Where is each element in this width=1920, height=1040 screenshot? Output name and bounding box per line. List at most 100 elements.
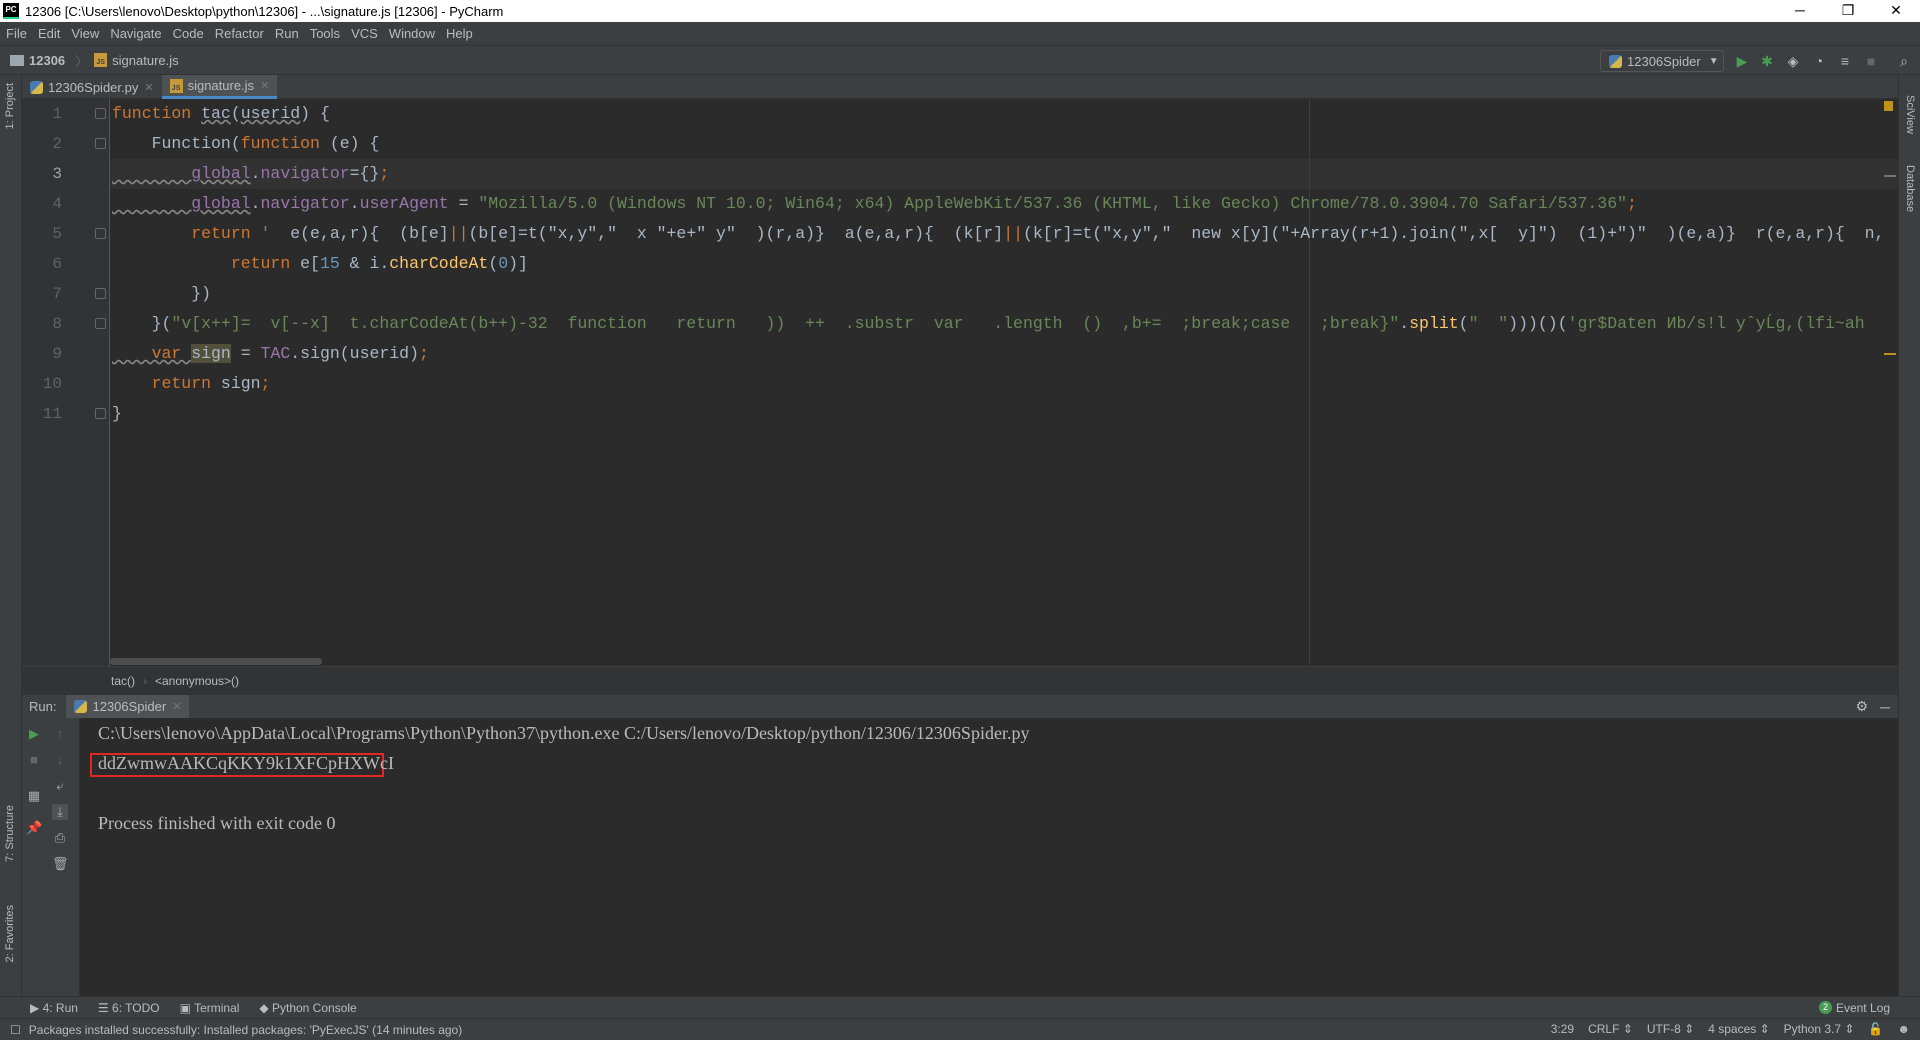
code-token: Function( xyxy=(112,134,241,153)
concurrency-icon[interactable]: ≡ xyxy=(1837,53,1853,69)
run-config-dropdown[interactable]: 12306Spider ▼ xyxy=(1600,50,1724,72)
sciview-tool-button[interactable]: SciView xyxy=(1904,95,1916,134)
python-icon xyxy=(74,700,88,713)
restore-button[interactable]: ❐ xyxy=(1828,0,1868,22)
favorites-tool-button[interactable]: 2: Favorites xyxy=(4,905,16,962)
fold-marker-icon[interactable] xyxy=(95,408,106,419)
close-button[interactable]: ✕ xyxy=(1876,0,1916,22)
python-console-tool-tab[interactable]: ◆ Python Console xyxy=(259,1001,356,1015)
indent-setting[interactable]: 4 spaces ⇕ xyxy=(1708,1022,1769,1036)
close-tab-icon[interactable]: ✕ xyxy=(144,81,153,94)
close-tab-icon[interactable]: ✕ xyxy=(172,700,181,713)
project-tool-button[interactable]: 1: Project xyxy=(4,83,16,129)
fold-marker-icon[interactable] xyxy=(95,138,106,149)
fold-marker-icon[interactable] xyxy=(95,228,106,239)
menu-vcs[interactable]: VCS xyxy=(351,26,378,41)
code-token: tac xyxy=(201,104,231,123)
soft-wrap-icon[interactable]: ⤶ xyxy=(52,778,68,794)
line-separator[interactable]: CRLF ⇕ xyxy=(1588,1022,1633,1036)
scroll-marker xyxy=(1884,175,1896,177)
coverage-icon[interactable]: ◈ xyxy=(1785,53,1801,69)
lock-icon[interactable]: 🔓 xyxy=(1868,1022,1883,1036)
rerun-icon[interactable]: ▶ xyxy=(26,726,42,742)
right-margin-guide xyxy=(1309,99,1310,666)
search-icon[interactable]: ⌕ xyxy=(1896,53,1912,69)
terminal-tool-tab[interactable]: ▣ Terminal xyxy=(180,1001,240,1015)
structure-tool-button[interactable]: 7: Structure xyxy=(4,805,16,862)
stop-icon[interactable]: ■ xyxy=(1863,53,1879,69)
code-line[interactable]: }) xyxy=(112,279,211,309)
run-icon[interactable]: ▶ xyxy=(1734,53,1750,69)
status-bar: ☐ Packages installed successfully: Insta… xyxy=(0,1018,1920,1040)
event-count-badge: 2 xyxy=(1818,1001,1832,1014)
code-line[interactable]: var sign = TAC.sign(userid); xyxy=(112,339,429,369)
code-line[interactable]: }("v[x++]= v[--x] t.charCodeAt(b++)-32 f… xyxy=(112,309,1865,339)
code-line[interactable]: return e[15 & i.charCodeAt(0)] xyxy=(112,249,528,279)
tab-12306spider-py[interactable]: 12306Spider.py ✕ xyxy=(22,75,162,99)
event-log-button[interactable]: 2 Event Log xyxy=(1818,1001,1890,1015)
nav-project[interactable]: 12306 xyxy=(10,53,65,68)
menu-refactor[interactable]: Refactor xyxy=(215,26,264,41)
chevron-right-icon: › xyxy=(143,673,147,688)
minimize-panel-icon[interactable]: ─ xyxy=(1880,699,1890,715)
nav-file[interactable]: JS signature.js xyxy=(94,53,179,68)
run-console-output[interactable]: C:\Users\lenovo\AppData\Local\Programs\P… xyxy=(80,718,1898,996)
debug-icon[interactable]: ✱ xyxy=(1759,53,1775,69)
profile-icon[interactable]: ◔ xyxy=(1811,53,1827,69)
gear-icon[interactable]: ⚙ xyxy=(1855,698,1868,715)
code-editor[interactable]: 1 function tac(userid) {2 Function(functi… xyxy=(22,99,1898,666)
menu-file[interactable]: File xyxy=(6,26,27,41)
run-tool-tab[interactable]: ▶ 4: Run xyxy=(30,1001,78,1015)
code-token: (b[e]=t("x,y"," x "+e+" y" )(r,a)} a(e,a… xyxy=(468,224,1004,243)
code-line[interactable]: return ' e(e,a,r){ (b[e]||(b[e]=t("x,y",… xyxy=(112,219,1884,249)
code-token: e(e,a,r){ (b[e] xyxy=(290,224,449,243)
code-line[interactable]: } xyxy=(112,399,122,429)
horizontal-scrollbar[interactable] xyxy=(110,658,322,665)
status-message[interactable]: Packages installed successfully: Install… xyxy=(29,1023,462,1037)
menu-view[interactable]: View xyxy=(71,26,99,41)
inspector-icon[interactable]: ☻ xyxy=(1897,1022,1910,1036)
todo-tool-label: 6: TODO xyxy=(112,1000,160,1015)
menu-edit[interactable]: Edit xyxy=(38,26,60,41)
file-encoding[interactable]: UTF-8 ⇕ xyxy=(1647,1022,1694,1036)
caret-position[interactable]: 3:29 xyxy=(1551,1022,1574,1036)
terminal-tool-label: Terminal xyxy=(194,1000,240,1015)
breadcrumb-tac[interactable]: tac() xyxy=(111,674,135,688)
menu-help[interactable]: Help xyxy=(446,26,473,41)
run-tab-12306spider[interactable]: 12306Spider ✕ xyxy=(66,694,190,719)
menu-code[interactable]: Code xyxy=(173,26,204,41)
code-line[interactable]: function tac(userid) { xyxy=(112,99,330,129)
status-toggle-icon[interactable]: ☐ xyxy=(10,1023,21,1037)
fold-marker-icon[interactable] xyxy=(95,288,106,299)
pin-icon[interactable]: 📌 xyxy=(26,820,42,836)
fold-marker-icon[interactable] xyxy=(95,108,106,119)
fold-marker-icon[interactable] xyxy=(95,318,106,329)
code-line[interactable]: return sign; xyxy=(112,369,271,399)
database-tool-button[interactable]: Database xyxy=(1904,165,1916,212)
code-token: function xyxy=(240,134,330,153)
line-number: 11 xyxy=(42,405,62,423)
down-arrow-icon[interactable]: ↓ xyxy=(52,752,68,768)
nav-project-label: 12306 xyxy=(29,52,66,68)
python-interpreter[interactable]: Python 3.7 ⇕ xyxy=(1784,1022,1855,1036)
scroll-to-end-icon[interactable]: ⤓ xyxy=(52,804,68,820)
print-icon[interactable]: ⎙ xyxy=(52,830,68,846)
tab-signature-js[interactable]: JS signature.js ✕ xyxy=(161,75,278,99)
layout-icon[interactable]: ▦ xyxy=(26,788,42,804)
trash-icon[interactable]: 🗑 xyxy=(52,856,69,872)
code-line[interactable]: global.navigator={}; xyxy=(112,159,389,189)
code-token: 15 xyxy=(319,254,340,273)
close-tab-icon[interactable]: ✕ xyxy=(260,79,269,92)
run-tool-label: 4: Run xyxy=(42,1000,78,1015)
todo-tool-tab[interactable]: ☰ 6: TODO xyxy=(98,1001,160,1015)
menu-run[interactable]: Run xyxy=(275,26,299,41)
code-line[interactable]: global.navigator.userAgent = "Mozilla/5.… xyxy=(112,189,1637,219)
up-arrow-icon[interactable]: ↑ xyxy=(52,726,68,742)
menu-tools[interactable]: Tools xyxy=(310,26,340,41)
code-line[interactable]: Function(function (e) { xyxy=(112,129,380,159)
menu-window[interactable]: Window xyxy=(389,26,435,41)
minimize-button[interactable]: ─ xyxy=(1780,0,1820,22)
menu-navigate[interactable]: Navigate xyxy=(110,26,161,41)
stop-icon[interactable]: ■ xyxy=(26,752,42,768)
breadcrumb-anonymous[interactable]: <anonymous>() xyxy=(155,674,239,688)
